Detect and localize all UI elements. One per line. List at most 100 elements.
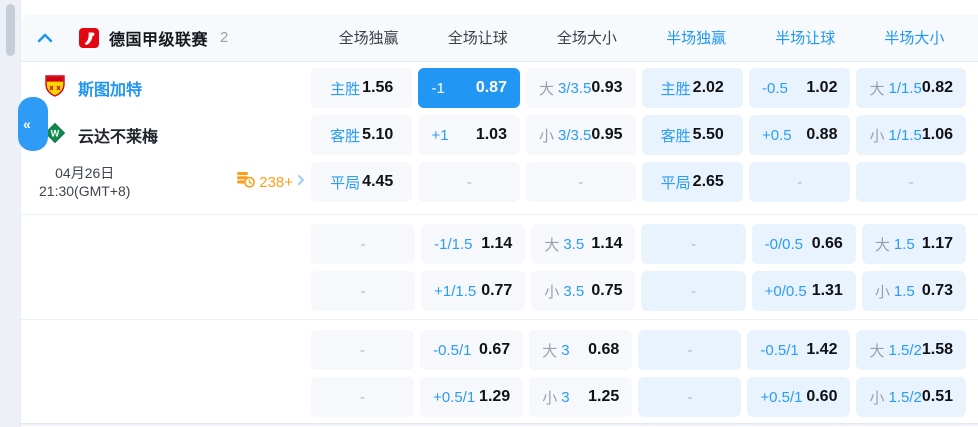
odds-cell[interactable]: -0.5/1 1.42 xyxy=(747,330,851,370)
ou-prefix: 小 xyxy=(538,127,554,145)
odds-group: - -1/1.5 1.14 大 3.5 1.14- -0/0.5 0.66 大 1.5 1.17- +… xyxy=(21,214,978,319)
odds-cell: - xyxy=(748,162,851,202)
handicap-line: +0.5/1 xyxy=(433,388,476,406)
odds-cell[interactable]: 平局 4.45 xyxy=(311,162,413,202)
ou-value: 1.5/2 xyxy=(888,341,922,359)
odds-cell[interactable]: 小 1.5/2 0.51 xyxy=(856,377,966,417)
odds-cell: - xyxy=(311,377,415,417)
ou-value: 3.5 xyxy=(563,235,585,253)
ou-prefix: 大 xyxy=(542,342,558,360)
odds-cell[interactable]: 客胜 5.10 xyxy=(311,115,413,155)
odds-label: 平局 xyxy=(660,174,691,192)
odds-value: 2.65 xyxy=(692,173,724,190)
ou-prefix: 小 xyxy=(869,127,885,145)
over-under-line: 小 1.5/2 xyxy=(869,387,921,408)
ou-prefix: 大 xyxy=(874,236,890,254)
odds-cell[interactable]: 大 3/3.5 0.93 xyxy=(525,68,636,108)
match-meta-row: 04月26日 21:30(GMT+8) 238+ xyxy=(21,162,311,202)
ou-value: 1.5 xyxy=(893,235,915,253)
odds-cell[interactable]: 主胜 2.02 xyxy=(641,68,743,108)
odds-rows: 主胜 1.56 -1 0.87 大 3/3.5 0.93 主胜 2.02 -0.5 1.02 大 1/1… xyxy=(311,68,978,202)
odds-value: 0.67 xyxy=(479,341,511,358)
odds-label: 平局 xyxy=(330,174,361,192)
odds-value: 1.58 xyxy=(921,341,953,358)
odds-value: 0.60 xyxy=(806,388,838,405)
over-under-line: 大 3.5 xyxy=(544,234,584,255)
odds-cell: - xyxy=(638,330,742,370)
odds-cell[interactable]: 小 3 1.25 xyxy=(529,377,633,417)
odds-empty: - xyxy=(691,235,697,253)
ou-value: 3/3.5 xyxy=(557,126,592,144)
odds-cell: - xyxy=(311,224,416,264)
odds-value: 1.14 xyxy=(481,235,513,252)
odds-empty: - xyxy=(360,235,366,253)
odds-cell[interactable]: +0.5 0.88 xyxy=(748,115,851,155)
ou-value: 3 xyxy=(561,388,570,406)
odds-cell[interactable]: -1 0.87 xyxy=(418,68,520,108)
odds-empty: - xyxy=(691,282,697,300)
match-time: 04月26日 21:30(GMT+8) xyxy=(39,164,130,200)
odds-cell[interactable]: +1 1.03 xyxy=(418,115,520,155)
match-date: 04月26日 xyxy=(55,164,115,181)
odds-cell[interactable]: 小 1/1.5 1.06 xyxy=(856,115,966,155)
odds-cell[interactable]: 大 3.5 1.14 xyxy=(531,224,636,264)
over-under-line: 小 1/1.5 xyxy=(869,125,921,146)
odds-rows: - -0.5/1 0.67 大 3 0.68- -0.5/1 1.42 大 1.5/2 1.58- +… xyxy=(311,330,978,417)
odds-cell[interactable]: -1/1.5 1.14 xyxy=(421,224,526,264)
odds-cell[interactable]: 大 1/1.5 0.82 xyxy=(856,68,966,108)
more-markets-link[interactable]: 238+ xyxy=(236,171,305,193)
odds-value: 1.42 xyxy=(806,341,838,358)
odds-cell[interactable]: +0.5/1 0.60 xyxy=(747,377,851,417)
odds-cell[interactable]: 大 3 0.68 xyxy=(529,330,633,370)
odds-cell: - xyxy=(856,162,966,202)
odds-cell[interactable]: +0.5/1 1.29 xyxy=(420,377,524,417)
away-team-logo-icon: W xyxy=(44,122,66,148)
odds-cell[interactable]: 小 1.5 0.73 xyxy=(861,271,966,311)
odds-cell[interactable]: 小 3.5 0.75 xyxy=(531,271,636,311)
odds-cell[interactable]: 小 3/3.5 0.95 xyxy=(525,115,636,155)
odds-value: 0.75 xyxy=(591,282,623,299)
odds-cell[interactable]: -0/0.5 0.66 xyxy=(751,224,856,264)
odds-value: 0.93 xyxy=(591,79,623,96)
left-scroll-strip xyxy=(0,0,20,427)
odds-value: 1.03 xyxy=(475,126,507,143)
odds-cell[interactable]: +0/0.5 1.31 xyxy=(751,271,856,311)
odds-value: 0.51 xyxy=(921,388,953,405)
odds-cell[interactable]: 平局 2.65 xyxy=(641,162,743,202)
odds-cell[interactable]: 大 1.5 1.17 xyxy=(861,224,966,264)
team-row-away[interactable]: W 云达不莱梅 xyxy=(21,115,311,155)
team-row-home[interactable]: 斯图加特 xyxy=(21,68,311,108)
match-hour: 21:30(GMT+8) xyxy=(39,183,131,199)
sidebar-collapse-tab[interactable]: « xyxy=(18,97,48,151)
odds-value: 0.95 xyxy=(591,126,623,143)
odds-cell[interactable]: 大 1.5/2 1.58 xyxy=(856,330,966,370)
odds-cell[interactable]: 主胜 1.56 xyxy=(311,68,413,108)
column-header: 半场独赢 xyxy=(666,30,727,47)
league-header: 德国甲级联赛 2 全场独赢 全场让球 全场大小 半场独赢 半场让球 半场大小 xyxy=(21,14,978,62)
over-under-line: 小 3/3.5 xyxy=(539,125,591,146)
ou-value: 3.5 xyxy=(563,282,585,300)
odds-cell: - xyxy=(418,162,520,202)
ou-value: 1/1.5 xyxy=(888,126,922,144)
chevron-up-icon[interactable] xyxy=(37,33,53,43)
odds-cell[interactable]: -0.5/1 0.67 xyxy=(420,330,524,370)
league-title: 德国甲级联赛 xyxy=(109,31,209,49)
odds-empty: - xyxy=(797,173,803,191)
ou-prefix: 大 xyxy=(538,80,554,98)
away-team-name: 云达不莱梅 xyxy=(78,129,159,146)
over-under-line: 大 3/3.5 xyxy=(539,78,591,99)
scrollbar-thumb[interactable] xyxy=(6,4,15,56)
odds-cell[interactable]: 客胜 5.50 xyxy=(641,115,743,155)
empty-left-column xyxy=(21,330,311,417)
ou-prefix: 小 xyxy=(544,283,560,301)
odds-label: 客胜 xyxy=(660,127,691,145)
odds-cell[interactable]: -0.5 1.02 xyxy=(748,68,851,108)
odds-empty: - xyxy=(687,341,693,359)
markets-count-icon xyxy=(236,171,256,193)
odds-group: - -0.5/1 0.67 大 3 0.68- -0.5/1 1.42 大 1.5/2 1.58- +… xyxy=(21,319,978,423)
odds-cell[interactable]: +1/1.5 0.77 xyxy=(421,271,526,311)
over-under-line: 小3 xyxy=(542,387,569,408)
over-under-line: 大3 xyxy=(542,340,569,361)
odds-value: 2.02 xyxy=(692,79,724,96)
over-under-line: 大 1/1.5 xyxy=(869,78,921,99)
